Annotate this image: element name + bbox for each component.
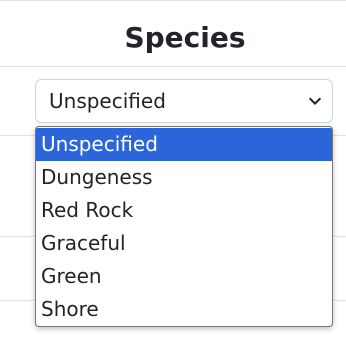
species-option[interactable]: Shore (36, 293, 332, 326)
species-select[interactable]: Unspecified (35, 79, 333, 123)
species-option[interactable]: Unspecified (36, 128, 332, 161)
species-option[interactable]: Graceful (36, 227, 332, 260)
species-option[interactable]: Dungeness (36, 161, 332, 194)
species-dropdown-list: Unspecified Dungeness Red Rock Graceful … (35, 126, 333, 327)
chevron-down-icon (309, 97, 321, 105)
species-heading: Species (124, 21, 246, 54)
table-divider (0, 66, 346, 67)
species-option[interactable]: Green (36, 260, 332, 293)
species-select-value: Unspecified (49, 89, 166, 113)
species-option[interactable]: Red Rock (36, 194, 332, 227)
table-divider (0, 0, 346, 1)
